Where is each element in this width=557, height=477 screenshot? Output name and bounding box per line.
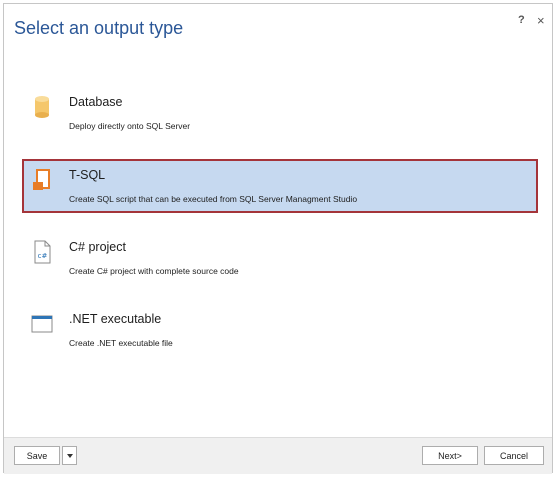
dialog-title: Select an output type: [14, 18, 184, 38]
database-icon: [31, 95, 53, 119]
save-button[interactable]: Save: [14, 446, 60, 465]
option-description: Create .NET executable file: [69, 338, 173, 348]
window-icon: [31, 312, 53, 336]
svg-text:c#: c#: [38, 252, 48, 260]
sql-script-icon: [31, 168, 53, 192]
option-description: Deploy directly onto SQL Server: [69, 121, 191, 131]
next-button[interactable]: Next>: [422, 446, 478, 465]
output-type-dialog: Select an output type ? × Database Deplo…: [3, 3, 553, 474]
cancel-button[interactable]: Cancel: [484, 446, 544, 465]
option-name: C# project: [69, 240, 126, 254]
option-net-executable[interactable]: .NET executable Create .NET executable f…: [22, 303, 538, 357]
csharp-file-icon: c#: [31, 240, 53, 264]
option-tsql[interactable]: T-SQL Create SQL script that can be exec…: [22, 159, 538, 213]
option-name: Database: [69, 95, 123, 109]
option-database[interactable]: Database Deploy directly onto SQL Server: [22, 86, 538, 140]
close-button[interactable]: ×: [537, 13, 545, 28]
option-description: Create SQL script that can be executed f…: [69, 194, 358, 204]
option-csharp-project[interactable]: c# C# project Create C# project with com…: [22, 231, 538, 285]
help-button[interactable]: ?: [518, 14, 525, 26]
dialog-footer: Save Next> Cancel: [4, 437, 552, 474]
option-name: T-SQL: [69, 168, 106, 182]
option-name: .NET executable: [69, 312, 162, 326]
chevron-down-icon: [66, 453, 73, 458]
save-dropdown-button[interactable]: [62, 446, 77, 465]
option-description: Create C# project with complete source c…: [69, 266, 239, 276]
